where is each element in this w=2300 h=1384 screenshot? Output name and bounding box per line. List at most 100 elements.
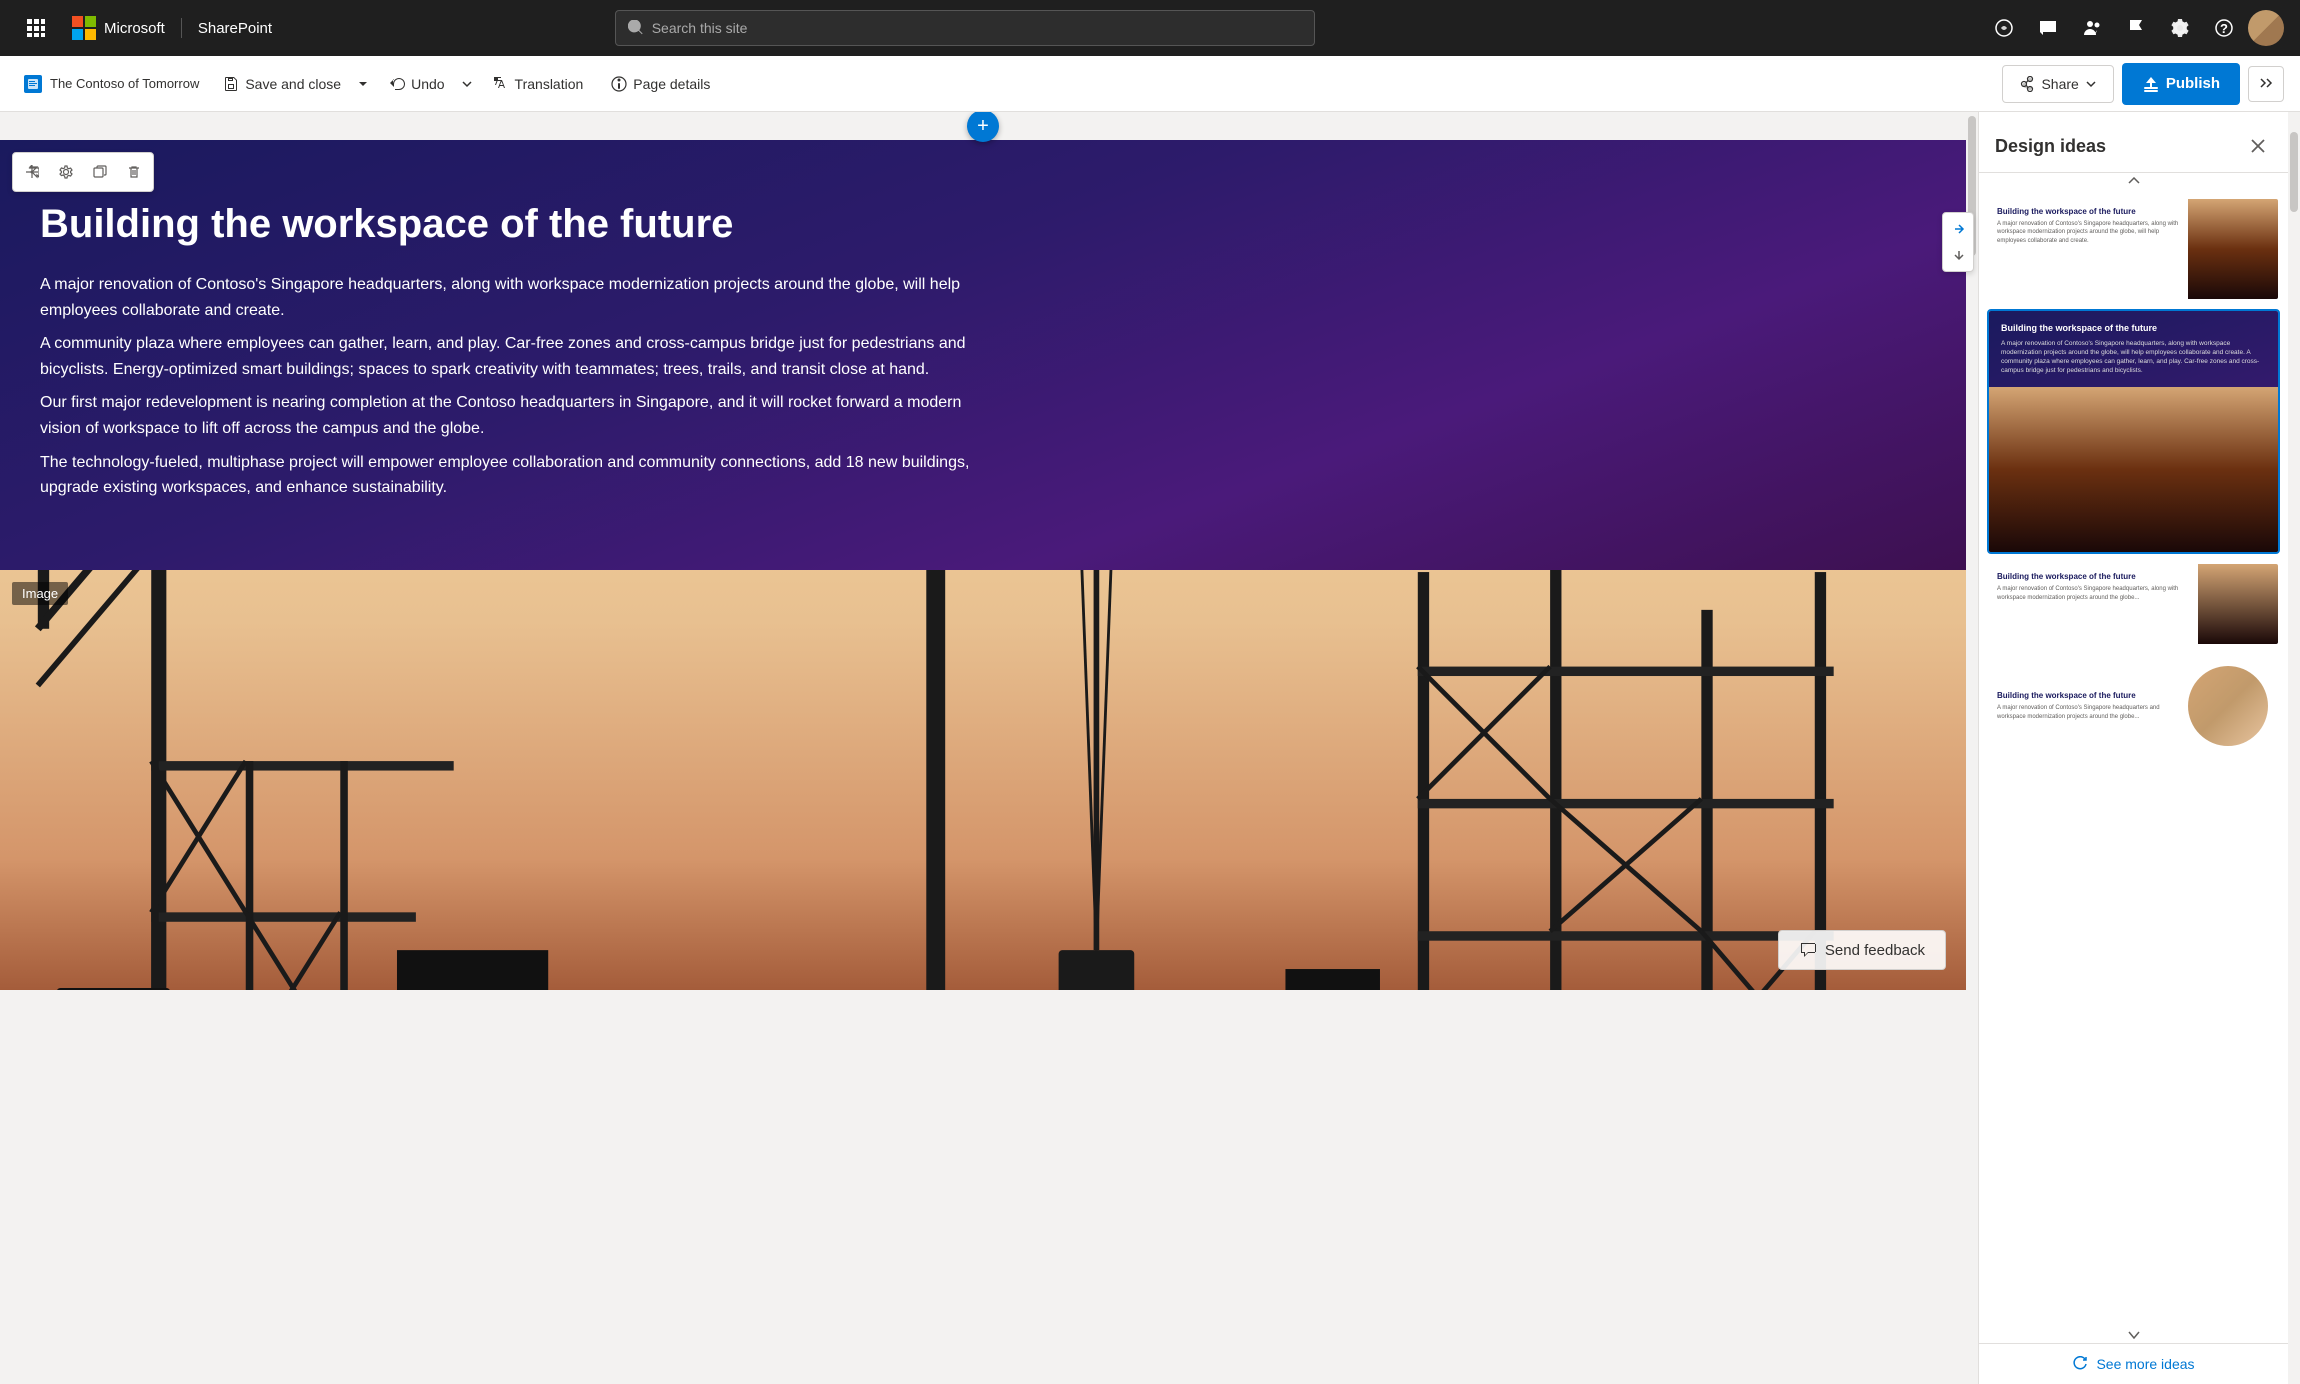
design-idea-card-1[interactable]: Building the workspace of the future A m… — [1987, 197, 2280, 301]
canvas-scrollbar[interactable] — [1966, 112, 1978, 1384]
save-close-dropdown[interactable] — [353, 65, 373, 103]
toolbar-right: Share Publish — [2002, 63, 2284, 105]
main-area: + — [0, 112, 2300, 1384]
webpart-toolbar — [12, 152, 154, 192]
refresh-icon — [2072, 1356, 2088, 1372]
design-panel-scrollbar-thumb[interactable] — [2290, 132, 2298, 212]
add-section-bar: + — [0, 112, 1966, 140]
design-idea-card-2[interactable]: Building the workspace of the future A m… — [1987, 309, 2280, 554]
card1-img — [2188, 199, 2278, 299]
card2-layout: Building the workspace of the future A m… — [1989, 311, 2278, 552]
card2-body: A major renovation of Contoso's Singapor… — [2001, 339, 2266, 375]
card1-text: Building the workspace of the future A m… — [1989, 199, 2188, 299]
hero-title: Building the workspace of the future — [40, 200, 940, 248]
undo-label: Undo — [411, 76, 444, 92]
send-feedback-label: Send feedback — [1825, 942, 1925, 959]
people-icon[interactable] — [2072, 8, 2112, 48]
undo-button[interactable]: Undo — [377, 65, 456, 103]
card1-title: Building the workspace of the future — [1997, 207, 2180, 216]
waffle-icon[interactable] — [16, 8, 56, 48]
undo-dropdown[interactable] — [457, 65, 477, 103]
collapse-button[interactable] — [2248, 66, 2284, 102]
canvas-content: + — [0, 112, 1966, 1384]
card4-circle-image — [2188, 666, 2268, 746]
design-panel-title: Design ideas — [1995, 136, 2106, 157]
send-feedback-button[interactable]: Send feedback — [1778, 930, 1946, 970]
card2-text-area: Building the workspace of the future A m… — [1989, 311, 2278, 387]
share-icon — [2019, 76, 2035, 92]
canvas-wrapper: + — [0, 112, 1978, 1384]
publish-icon — [2142, 75, 2160, 93]
save-close-label: Save and close — [245, 76, 341, 92]
design-panel-header: Design ideas — [1979, 112, 2288, 173]
page-details-icon — [611, 76, 627, 92]
editor-toolbar: The Contoso of Tomorrow Save and close U… — [0, 56, 2300, 112]
publish-button[interactable]: Publish — [2122, 63, 2240, 105]
settings-icon[interactable] — [2160, 8, 2200, 48]
design-panel-scrollbar[interactable] — [2288, 112, 2300, 1384]
design-panel: Design ideas Building the works — [1978, 112, 2288, 1384]
page-details-label: Page details — [633, 76, 710, 92]
hero-webpart: Building the workspace of the future A m… — [0, 140, 1966, 990]
settings-webpart-button[interactable] — [51, 157, 81, 187]
card4-title: Building the workspace of the future — [1997, 691, 2170, 700]
move-webpart-button[interactable] — [17, 157, 47, 187]
delete-webpart-button[interactable] — [119, 157, 149, 187]
construction-svg — [0, 570, 1966, 990]
card3-body: A major renovation of Contoso's Singapor… — [1997, 585, 2190, 602]
nav-icons: ? — [1984, 8, 2284, 48]
right-panel-collapse-button[interactable] — [1947, 243, 1971, 267]
card1-layout: Building the workspace of the future A m… — [1989, 199, 2278, 299]
help-icon[interactable]: ? — [2204, 8, 2244, 48]
design-idea-card-4[interactable]: Building the workspace of the future A m… — [1987, 654, 2280, 758]
card3-text: Building the workspace of the future A m… — [1989, 564, 2198, 644]
duplicate-webpart-button[interactable] — [85, 157, 115, 187]
page-details-button[interactable]: Page details — [599, 65, 722, 103]
card4-body: A major renovation of Contoso's Singapor… — [1997, 704, 2170, 721]
design-panel-footer: See more ideas — [1979, 1343, 2288, 1384]
user-avatar[interactable] — [2248, 10, 2284, 46]
see-more-button[interactable]: See more ideas — [2072, 1356, 2194, 1372]
top-navigation: Microsoft SharePoint — [0, 0, 2300, 56]
microsoft-text: Microsoft — [104, 20, 165, 37]
page-indicator: The Contoso of Tomorrow — [16, 71, 207, 97]
search-box[interactable] — [615, 10, 1315, 46]
search-input[interactable] — [652, 20, 1302, 36]
right-side-toolbar — [1942, 212, 1974, 272]
nav-divider — [181, 18, 182, 38]
card3-layout: Building the workspace of the future A m… — [1989, 564, 2278, 644]
card1-body: A major renovation of Contoso's Singapor… — [1997, 220, 2180, 245]
page-name: The Contoso of Tomorrow — [50, 76, 199, 91]
chat-icon[interactable] — [2028, 8, 2068, 48]
card1-image-placeholder — [2188, 199, 2278, 299]
close-panel-button[interactable] — [2244, 132, 2272, 160]
panel-scroll-down[interactable] — [1979, 1327, 2288, 1343]
design-panel-content[interactable]: Building the workspace of the future A m… — [1979, 189, 2288, 1327]
design-idea-card-3[interactable]: Building the workspace of the future A m… — [1987, 562, 2280, 646]
right-panel-expand-button[interactable] — [1947, 217, 1971, 241]
add-section-button[interactable]: + — [967, 112, 999, 142]
hero-paragraph-3: Our first major redevelopment is nearing… — [40, 390, 1000, 441]
image-section: Image — [0, 570, 1966, 990]
save-close-group: Save and close — [211, 65, 373, 103]
toolbar-left: The Contoso of Tomorrow Save and close U… — [16, 65, 1998, 103]
share-label: Share — [2041, 76, 2078, 92]
translation-button[interactable]: Translation — [481, 65, 596, 103]
hero-body: A major renovation of Contoso's Singapor… — [40, 272, 1000, 501]
card3-small-img — [2198, 564, 2278, 644]
undo-icon — [389, 76, 405, 92]
microsoft-logo[interactable]: Microsoft — [72, 16, 165, 40]
save-close-button[interactable]: Save and close — [211, 65, 353, 103]
copilot-icon[interactable] — [1984, 8, 2024, 48]
translation-icon — [493, 76, 509, 92]
feedback-icon — [1799, 941, 1817, 959]
flag-icon[interactable] — [2116, 8, 2156, 48]
hero-section: Building the workspace of the future A m… — [0, 140, 1966, 570]
card4-text: Building the workspace of the future A m… — [1989, 683, 2178, 729]
card3-img-placeholder — [2198, 564, 2278, 644]
panel-scroll-up[interactable] — [1979, 173, 2288, 189]
see-more-label: See more ideas — [2096, 1356, 2194, 1372]
construction-image — [0, 570, 1966, 990]
hero-paragraph-1: A major renovation of Contoso's Singapor… — [40, 272, 1000, 323]
share-button[interactable]: Share — [2002, 65, 2113, 103]
